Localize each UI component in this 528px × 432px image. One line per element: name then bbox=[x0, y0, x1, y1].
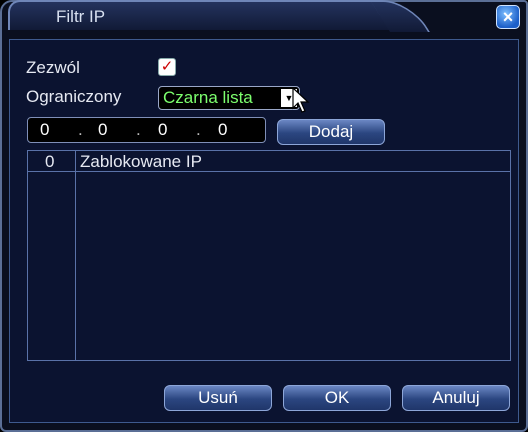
add-button[interactable]: Dodaj bbox=[277, 119, 385, 145]
restrict-label: Ograniczony bbox=[26, 87, 122, 106]
mouse-pointer-icon bbox=[292, 87, 310, 113]
blocked-ip-list[interactable]: 0 Zablokowane IP bbox=[27, 150, 511, 361]
ip-filter-window: Filtr IP × Zezwól ✓ Ograniczony Czarna l… bbox=[0, 0, 528, 432]
list-header: 0 Zablokowane IP bbox=[28, 151, 510, 172]
column-header-index: 0 bbox=[45, 152, 55, 171]
ip-segment-3[interactable]: 0 bbox=[158, 120, 167, 140]
close-icon: × bbox=[502, 7, 514, 27]
restrict-select[interactable]: Czarna lista ▼ bbox=[158, 86, 300, 110]
ip-segment-4[interactable]: 0 bbox=[218, 120, 227, 140]
restrict-select-value: Czarna lista bbox=[163, 88, 253, 107]
column-divider bbox=[75, 151, 76, 360]
ip-address-input[interactable]: 0 . 0 . 0 . 0 bbox=[27, 117, 266, 143]
enable-checkbox[interactable]: ✓ bbox=[158, 58, 176, 76]
content-panel: Zezwól ✓ Ograniczony Czarna lista ▼ 0 . … bbox=[9, 39, 519, 423]
cancel-button[interactable]: Anuluj bbox=[402, 385, 510, 411]
enable-label: Zezwól bbox=[26, 58, 80, 77]
checkmark-icon: ✓ bbox=[160, 58, 174, 75]
window-title: Filtr IP bbox=[56, 7, 106, 26]
ip-dot: . bbox=[136, 120, 141, 139]
ip-segment-1[interactable]: 0 bbox=[40, 120, 49, 140]
ip-dot: . bbox=[196, 120, 201, 139]
close-button[interactable]: × bbox=[496, 5, 520, 29]
column-header-blocked-ip: Zablokowane IP bbox=[80, 152, 202, 171]
ip-dot: . bbox=[78, 120, 83, 139]
delete-button[interactable]: Usuń bbox=[164, 385, 272, 411]
ip-segment-2[interactable]: 0 bbox=[98, 120, 107, 140]
ok-button[interactable]: OK bbox=[283, 385, 391, 411]
